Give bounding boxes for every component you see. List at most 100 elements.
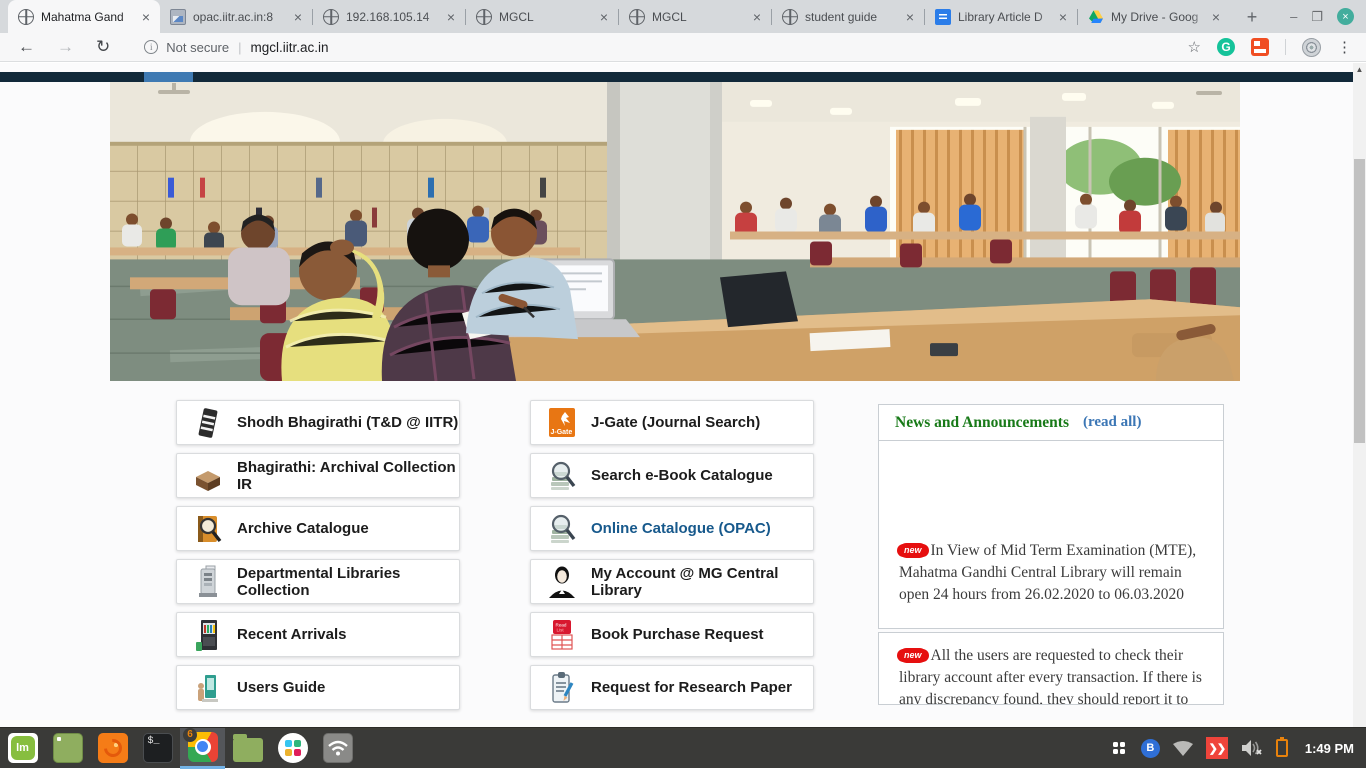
browser-tab[interactable]: MGCL×: [619, 0, 771, 33]
quicklink-button[interactable]: Users Guide: [176, 665, 460, 710]
minimize-button[interactable]: –: [1290, 9, 1297, 24]
library-photo: [110, 82, 1240, 381]
quicklink-label: Shodh Bhagirathi (T&D @ IITR): [237, 414, 458, 431]
anydesk-icon[interactable]: ❯❯: [1206, 737, 1228, 759]
taskbar-clock[interactable]: 1:49 PM: [1305, 741, 1354, 756]
forward-icon[interactable]: →: [57, 37, 74, 57]
quicklink-button[interactable]: Request for Research Paper: [530, 665, 814, 710]
new-badge-icon: new: [899, 648, 927, 663]
slack-tray-icon[interactable]: [1110, 739, 1128, 757]
kiosk-icon: [191, 564, 225, 600]
browser-tab[interactable]: MGCL×: [466, 0, 618, 33]
chrome-menu-icon[interactable]: ⋮: [1337, 38, 1352, 56]
bluetooth-icon[interactable]: B: [1141, 739, 1160, 758]
quicklink-button[interactable]: Archive Catalogue: [176, 506, 460, 551]
scrollbar-thumb[interactable]: [1354, 159, 1365, 443]
wifi-icon[interactable]: [1173, 741, 1193, 756]
bookmark-star-icon[interactable]: ☆: [1188, 38, 1201, 56]
taskbar: lm $_ 6 B ❯❯ 1:49 PM: [0, 727, 1366, 768]
quicklink-button[interactable]: My Account @ MG Central Library: [530, 559, 814, 604]
volume-muted-icon[interactable]: [1241, 739, 1263, 757]
reload-icon[interactable]: ↻: [96, 37, 110, 57]
tab-close-icon[interactable]: ×: [751, 9, 763, 25]
clipboard-pencil-icon: [545, 670, 579, 706]
news-title: News and Announcements: [895, 414, 1069, 432]
address-bar[interactable]: i Not secure | mgcl.iitr.ac.in: [144, 40, 1187, 55]
network-tool-launcher[interactable]: [315, 728, 360, 769]
scrollbar-up-arrow-icon[interactable]: ▲: [1353, 65, 1366, 74]
browser-tab[interactable]: opac.iitr.ac.in:8×: [160, 0, 312, 33]
tab-strip: Mahatma Gand×opac.iitr.ac.in:8×192.168.1…: [0, 0, 1366, 33]
info-icon[interactable]: i: [144, 40, 158, 54]
slack-launcher[interactable]: [270, 728, 315, 769]
quicklink-button[interactable]: J-GateJ-Gate (Journal Search): [530, 400, 814, 445]
quicklink-button[interactable]: Departmental Libraries Collection: [176, 559, 460, 604]
book-magnifier-icon: [191, 511, 225, 547]
page-viewport: Shodh Bhagirathi (T&D @ IITR) Bhagirathi:…: [0, 63, 1366, 727]
browser-tab[interactable]: 192.168.105.14×: [313, 0, 465, 33]
quicklink-label: Bhagirathi: Archival Collection IR: [237, 459, 459, 493]
show-desktop-button[interactable]: [45, 728, 90, 769]
tab-title: Mahatma Gand: [41, 10, 140, 24]
desktop-icon: [53, 733, 83, 763]
globe-favicon: [629, 9, 645, 25]
svg-text:List: List: [557, 627, 565, 632]
quicklink-label: Recent Arrivals: [237, 626, 347, 643]
quicklink-button[interactable]: Shodh Bhagirathi (T&D @ IITR): [176, 400, 460, 445]
browser-tab[interactable]: Library Article D×: [925, 0, 1077, 33]
tab-close-icon[interactable]: ×: [1057, 9, 1069, 25]
mint-logo-icon: lm: [8, 733, 38, 763]
orange-extension-icon[interactable]: [1251, 38, 1269, 56]
archive-box-icon: [191, 458, 225, 494]
red-book-icon: ReadList: [545, 617, 579, 653]
quicklink-label: Departmental Libraries Collection: [237, 565, 459, 599]
tab-close-icon[interactable]: ×: [598, 9, 610, 25]
firefox-launcher[interactable]: [90, 728, 135, 769]
bookshelf-icon: [191, 617, 225, 653]
tab-title: 192.168.105.14: [346, 10, 445, 24]
terminal-launcher[interactable]: $_: [135, 728, 180, 769]
tab-close-icon[interactable]: ×: [292, 9, 304, 25]
globe-favicon: [18, 9, 34, 25]
tab-title: Library Article D: [958, 10, 1057, 24]
quicklink-label: Search e-Book Catalogue: [591, 467, 773, 484]
gdrive-favicon: [1088, 9, 1104, 25]
tab-close-icon[interactable]: ×: [140, 9, 152, 25]
restore-button[interactable]: ❐: [1311, 9, 1323, 25]
quicklink-label: Online Catalogue (OPAC): [591, 520, 771, 537]
toolbar-divider: [1285, 39, 1286, 55]
quicklink-button[interactable]: ReadList Book Purchase Request: [530, 612, 814, 657]
news-item: newAll the users are requested to check …: [878, 632, 1224, 705]
files-launcher[interactable]: [225, 728, 270, 769]
browser-tab[interactable]: My Drive - Goog×: [1078, 0, 1230, 33]
battery-icon[interactable]: [1276, 739, 1288, 757]
chrome-window-button[interactable]: 6: [180, 728, 225, 769]
new-tab-button[interactable]: +: [1238, 3, 1266, 31]
tab-close-icon[interactable]: ×: [1210, 9, 1222, 25]
close-button[interactable]: ×: [1337, 8, 1354, 25]
news-read-all-link[interactable]: (read all): [1083, 414, 1141, 431]
quicklink-button[interactable]: Bhagirathi: Archival Collection IR: [176, 453, 460, 498]
url-text[interactable]: mgcl.iitr.ac.in: [251, 40, 329, 55]
tab-close-icon[interactable]: ×: [445, 9, 457, 25]
back-icon[interactable]: ←: [18, 37, 35, 57]
quicklink-button[interactable]: Search e-Book Catalogue: [530, 453, 814, 498]
quicklink-button[interactable]: Online Catalogue (OPAC): [530, 506, 814, 551]
security-label: Not secure: [166, 40, 229, 55]
browser-tab[interactable]: Mahatma Gand×: [8, 0, 160, 33]
grammarly-extension-icon[interactable]: G: [1217, 38, 1235, 56]
tab-title: My Drive - Goog: [1111, 10, 1210, 24]
browser-scrollbar[interactable]: ▲: [1353, 63, 1366, 727]
news-panel: News and Announcements (read all) newIn …: [878, 404, 1224, 705]
globe-favicon: [323, 9, 339, 25]
mint-menu-button[interactable]: lm: [0, 728, 45, 769]
quicklink-label: Book Purchase Request: [591, 626, 764, 643]
tab-title: MGCL: [652, 10, 751, 24]
tab-close-icon[interactable]: ×: [904, 9, 916, 25]
active-nav-indicator: [144, 72, 193, 82]
browser-tab[interactable]: student guide×: [772, 0, 924, 33]
user-icon: [545, 564, 579, 600]
quicklink-button[interactable]: Recent Arrivals: [176, 612, 460, 657]
profile-avatar-icon[interactable]: [1302, 38, 1321, 57]
globe-favicon: [476, 9, 492, 25]
